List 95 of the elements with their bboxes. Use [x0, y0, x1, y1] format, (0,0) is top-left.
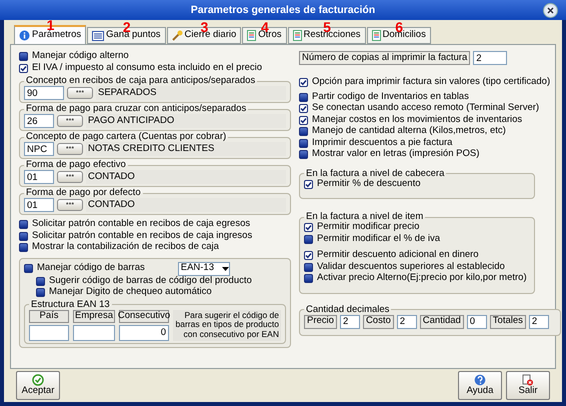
decimal-field[interactable]: 2 [340, 314, 360, 328]
copies-field[interactable]: 2 [473, 51, 508, 65]
field-label: Totales [490, 314, 526, 328]
barcode-type-select[interactable]: EAN-13 [178, 262, 230, 276]
checkbox[interactable] [19, 243, 28, 252]
dropdown-icon [222, 266, 229, 270]
checkbox[interactable] [304, 262, 313, 272]
checkbox[interactable] [19, 52, 28, 62]
checkbox-label: Sugerir código de barras de código del producto [49, 276, 252, 287]
checkbox-label: Manejar Digito de chequeo automático [49, 287, 212, 298]
group-label: Forma de pago por defecto [25, 188, 142, 198]
code-field[interactable]: NPC [24, 142, 54, 156]
field-label: Costo [362, 314, 394, 328]
group-label: Forma de pago efectivo [25, 160, 127, 170]
document-icon [247, 30, 256, 41]
help-icon [474, 374, 486, 386]
column-header: País [29, 310, 69, 322]
column-header: Empresa [73, 310, 115, 322]
checkbox[interactable] [36, 288, 45, 298]
group-label: Estructura EAN 13 [30, 300, 111, 310]
wand-icon [172, 30, 183, 41]
checkbox[interactable] [304, 251, 313, 260]
checkbox-label: Partir codigo de Inventarios en tablas [312, 92, 469, 103]
decimal-field[interactable]: 2 [396, 314, 417, 328]
close-icon [547, 7, 554, 14]
accept-button[interactable]: Aceptar [16, 371, 60, 400]
input-field[interactable] [29, 324, 69, 341]
checkbox-label: Imprimir descuentos a pie factura [312, 138, 452, 149]
checkbox[interactable] [299, 104, 308, 114]
window-title: Parametros generales de facturación [190, 4, 376, 16]
group-label: Concepto en recibos de caja para anticipos/separados [25, 76, 256, 86]
exit-icon [522, 374, 534, 386]
field-label: Cantidad [420, 314, 464, 328]
checkbox-label: Solicitar patrón contable en recibos de caja ingresos [32, 230, 252, 242]
checkbox[interactable] [19, 220, 28, 230]
checkbox-label: Se conectan usando acceso remoto (Terminal Server) [312, 103, 540, 114]
field-label: Precio [304, 314, 337, 328]
exit-button[interactable]: Salir [506, 371, 550, 400]
checkbox-label: Solicitar patrón contable en recibos de caja egresos [32, 219, 250, 230]
checkbox-label: Manejar código alterno [32, 51, 129, 62]
group-label: En la factura a nivel de cabecera [305, 168, 446, 178]
code-field[interactable]: 90 [24, 86, 64, 100]
checkbox[interactable] [19, 64, 28, 73]
checkbox[interactable] [299, 127, 308, 136]
group-label: En la factura a nivel de item [305, 212, 424, 222]
group-label: Concepto de pago cartera (Cuentas por cobrar) [25, 132, 228, 142]
info-icon [19, 30, 30, 41]
help-button[interactable]: Ayuda [458, 371, 502, 400]
checkbox[interactable] [299, 92, 308, 102]
group-label: Forma de pago para cruzar con anticipos/separados [25, 104, 248, 114]
lookup-value: CONTADO [86, 198, 286, 212]
checkbox[interactable] [299, 78, 308, 88]
close-button[interactable] [543, 3, 558, 18]
checkbox-label: El IVA / impuesto al consumo esta incluido en el precio [32, 62, 262, 74]
checkbox-label: Permitir modificar precio [317, 222, 420, 234]
checkbox-label: Opción para imprimir factura sin valores (tipo certificado) [312, 77, 550, 88]
checkbox[interactable] [19, 232, 28, 241]
checkbox[interactable] [299, 150, 308, 160]
lookup-value: PAGO ANTICIPADO [86, 114, 286, 128]
checkbox[interactable] [299, 116, 308, 125]
document-icon [372, 30, 381, 41]
checkbox-label: Manejo de cantidad alterna (Kilos,metros, etc) [312, 126, 506, 138]
list-icon [92, 30, 104, 40]
checkbox[interactable] [299, 138, 308, 148]
checkbox-label: Manejar costos en los movimientos de inventarios [312, 114, 522, 126]
document-icon [292, 30, 302, 41]
decimal-field[interactable]: 0 [466, 314, 487, 328]
column-header: Consecutivo [119, 310, 169, 322]
input-field[interactable] [73, 324, 115, 341]
group-label: Cantidad decimales [305, 304, 390, 314]
checkbox[interactable] [24, 264, 33, 273]
checkbox-label: Mostrar valor en letras (impresión POS) [312, 149, 480, 160]
checkbox[interactable] [304, 223, 313, 232]
checkbox-label: Manejar código de barras [37, 263, 145, 274]
checkbox[interactable] [304, 180, 313, 189]
checkbox-label: Permitir descuento adicional en dinero [317, 250, 479, 262]
code-field[interactable]: 26 [24, 114, 54, 128]
lookup-value: CONTADO [86, 170, 286, 184]
lookup-value: SEPARADOS [96, 86, 286, 100]
decimal-field[interactable]: 2 [528, 314, 549, 328]
input-field[interactable]: 0 [119, 324, 169, 341]
checkbox-label: Permitir modificar el % de iva [317, 234, 440, 245]
field-label: Número de copias al imprimir la factura [299, 51, 470, 65]
lookup-value: NOTAS CREDITO CLIENTES [86, 142, 286, 156]
checkbox-label: Validar descuentos superiores al establecido [317, 262, 505, 273]
checkbox[interactable] [304, 274, 313, 284]
checkbox[interactable] [304, 234, 313, 244]
checkbox-label: Permitir % de descuento [317, 178, 420, 190]
check-icon [32, 374, 44, 386]
hint-text: Para sugerir el código de barras en tipos de producto con consecutivo por EAN [173, 310, 281, 341]
code-field[interactable]: 01 [24, 198, 54, 212]
checkbox-label: Activar precio Alterno(Ej:precio por kilo,por metro) [317, 273, 527, 284]
checkbox[interactable] [36, 276, 45, 286]
code-field[interactable]: 01 [24, 170, 54, 184]
checkbox-label: Mostrar la contabilización de recibos de caja [32, 242, 219, 254]
